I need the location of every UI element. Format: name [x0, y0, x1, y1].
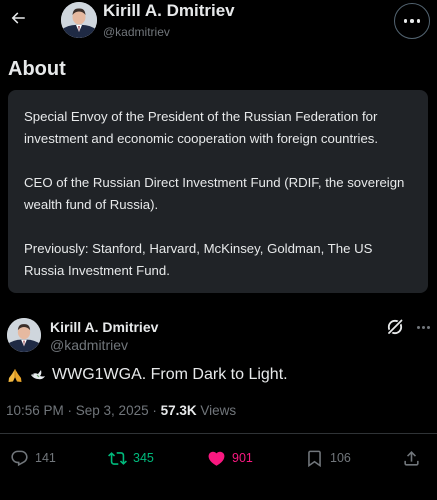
post-content: WWG1WGA. From Dark to Light.: [6, 366, 288, 384]
views-count: 57.3K: [160, 403, 197, 418]
profile-header: Kirill A. Dmitriev @kadmitriev: [0, 0, 437, 44]
dove-emoji: [31, 370, 45, 380]
profile-avatar[interactable]: [61, 2, 97, 38]
post-author-avatar[interactable]: [7, 318, 41, 352]
views-label: Views: [200, 403, 237, 418]
post-timestamp[interactable]: 10:56 PM · Sep 3, 2025: [6, 403, 149, 418]
share-icon: [404, 450, 419, 466]
bookmark-icon: [308, 450, 321, 467]
bookmark-count: 106: [330, 451, 351, 465]
bookmark-button[interactable]: 106: [305, 448, 351, 468]
like-count: 901: [232, 451, 253, 465]
more-horizontal-icon: [416, 325, 420, 329]
about-card: Special Envoy of the President of the Ru…: [8, 90, 428, 293]
repost-button[interactable]: 345: [108, 448, 154, 468]
about-paragraph-role: Special Envoy of the President of the Ru…: [24, 109, 379, 146]
more-options-button[interactable]: [394, 3, 430, 39]
reply-button[interactable]: 141: [10, 448, 56, 468]
more-horizontal-icon: [403, 19, 408, 23]
arrow-left-icon: [11, 12, 25, 24]
about-paragraph-ceo: CEO of the Russian Direct Investment Fun…: [24, 175, 405, 212]
folded-hands-emoji: [8, 369, 22, 382]
heart-filled-icon: [208, 451, 225, 466]
divider: [0, 433, 437, 434]
reply-count: 141: [35, 451, 56, 465]
about-paragraph-previous: Previously: Stanford, Harvard, McKinsey,…: [24, 241, 373, 278]
post-meta: 10:56 PM · Sep 3, 2025 · 57.3K Views: [6, 403, 236, 418]
repost-icon: [108, 451, 127, 465]
grok-icon: [387, 319, 403, 335]
profile-name: Kirill A. Dmitriev: [103, 1, 235, 20]
grok-button[interactable]: [385, 317, 405, 337]
repost-count: 345: [133, 451, 154, 465]
share-button[interactable]: [402, 448, 421, 468]
about-title: About: [8, 58, 66, 80]
profile-handle: @kadmitriev: [103, 25, 170, 39]
back-button[interactable]: [4, 4, 32, 32]
post-author-handle[interactable]: @kadmitriev: [50, 337, 128, 353]
reply-icon: [11, 450, 28, 466]
post-more-button[interactable]: [413, 317, 433, 337]
post-author-name[interactable]: Kirill A. Dmitriev: [50, 319, 158, 335]
like-button[interactable]: 901: [207, 448, 253, 468]
post-text: WWG1WGA. From Dark to Light.: [52, 366, 288, 383]
meta-separator: ·: [148, 403, 161, 418]
